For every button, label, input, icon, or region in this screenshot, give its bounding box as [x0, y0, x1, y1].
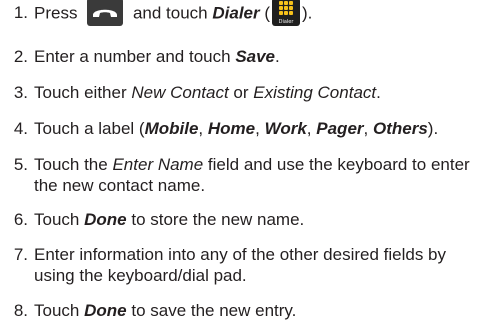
step-6: 6. Touch Done to store the new name. — [0, 209, 486, 230]
step-number: 1. — [13, 3, 28, 22]
step-text: Touch Done to save the new entry. — [34, 301, 297, 320]
step-number: 2. — [13, 47, 28, 66]
step-7: 7. Enter information into any of the oth… — [0, 244, 486, 286]
step-number: 4. — [13, 119, 28, 138]
step-number: 7. — [13, 245, 28, 264]
step-text: Touch a label (Mobile, Home, Work, Pager… — [34, 119, 439, 138]
phone-handset-icon — [87, 0, 124, 26]
step-text: Enter information into any of the other … — [34, 245, 447, 285]
step-number: 6. — [13, 210, 28, 229]
step-text: Touch either New Contact or Existing Con… — [34, 83, 381, 102]
step-text: Press and touch Dialer (Dialer). — [34, 0, 480, 26]
step-2: 2. Enter a number and touch Save. — [0, 46, 486, 67]
dialer-icon-caption: Dialer — [278, 19, 294, 25]
step-3: 3. Touch either New Contact or Existing … — [0, 82, 486, 103]
dialpad-icon: Dialer — [272, 0, 301, 26]
step-1: 1. Press and touch Dialer (Dialer). — [0, 0, 486, 26]
step-text: Enter a number and touch Save. — [34, 47, 280, 66]
step-5: 5. Touch the Enter Name field and use th… — [0, 154, 486, 196]
step-number: 3. — [13, 83, 28, 102]
step-text: Touch the Enter Name field and use the k… — [34, 155, 470, 195]
step-4: 4. Touch a label (Mobile, Home, Work, Pa… — [0, 118, 486, 139]
step-text: Touch Done to store the new name. — [34, 210, 305, 229]
step-number: 8. — [13, 301, 28, 320]
step-number: 5. — [13, 155, 28, 174]
step-8: 8. Touch Done to save the new entry. — [0, 300, 486, 321]
